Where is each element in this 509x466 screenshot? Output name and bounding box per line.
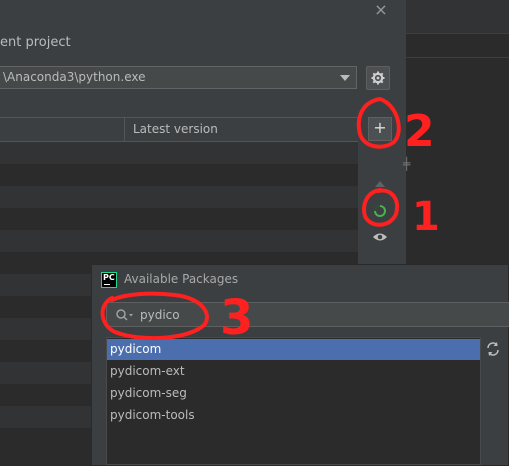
- package-results-list[interactable]: pydicom pydicom-ext pydicom-seg pydicom-…: [106, 337, 481, 465]
- table-row[interactable]: [0, 142, 358, 164]
- interpreter-value: \Anaconda3\python.exe: [3, 70, 146, 84]
- upgrade-package-button[interactable]: [368, 173, 392, 197]
- add-package-button[interactable]: +: [368, 117, 392, 141]
- loading-indicator: [368, 199, 392, 223]
- table-row[interactable]: [0, 230, 358, 252]
- table-row[interactable]: [0, 208, 358, 230]
- add-icon: +: [373, 118, 387, 137]
- editor-background: [406, 0, 509, 265]
- project-label: ent project: [0, 35, 71, 50]
- search-value: pydico: [140, 308, 180, 322]
- search-icon[interactable]: [115, 308, 135, 322]
- splitter-handle[interactable]: ╪: [403, 157, 410, 171]
- editor-divider: [406, 33, 509, 34]
- table-row[interactable]: [0, 186, 358, 208]
- eye-icon: [373, 233, 387, 241]
- list-item[interactable]: pydicom-tools: [107, 405, 480, 426]
- package-toolbar: +: [368, 117, 392, 267]
- editor-divider: [406, 57, 509, 58]
- latest-version-header[interactable]: Latest version: [133, 122, 218, 136]
- interpreter-settings-button[interactable]: [366, 66, 390, 90]
- gear-icon: [371, 71, 385, 85]
- list-item-selected[interactable]: pydicom: [107, 339, 480, 360]
- pycharm-logo-icon: PC: [101, 272, 117, 288]
- editor-tab-strip: [406, 0, 509, 33]
- refresh-icon[interactable]: [485, 341, 501, 357]
- list-item[interactable]: pydicom-ext: [107, 361, 480, 382]
- table-row[interactable]: [0, 164, 358, 186]
- table-header: Latest version: [0, 117, 358, 142]
- package-search-input[interactable]: pydico: [106, 302, 509, 327]
- dialog-title: Available Packages: [124, 272, 239, 286]
- close-icon[interactable]: ×: [372, 1, 390, 19]
- logo-text: PC: [103, 273, 115, 282]
- loading-icon: [374, 205, 386, 217]
- interpreter-select[interactable]: \Anaconda3\python.exe: [0, 66, 357, 89]
- available-packages-dialog: PC Available Packages pydico pydicom pyd…: [91, 264, 509, 466]
- show-early-releases-button[interactable]: [368, 225, 392, 249]
- move-up-icon: [375, 181, 385, 187]
- list-item[interactable]: pydicom-seg: [107, 383, 480, 404]
- column-divider[interactable]: [124, 118, 125, 142]
- chevron-down-icon: [340, 75, 350, 81]
